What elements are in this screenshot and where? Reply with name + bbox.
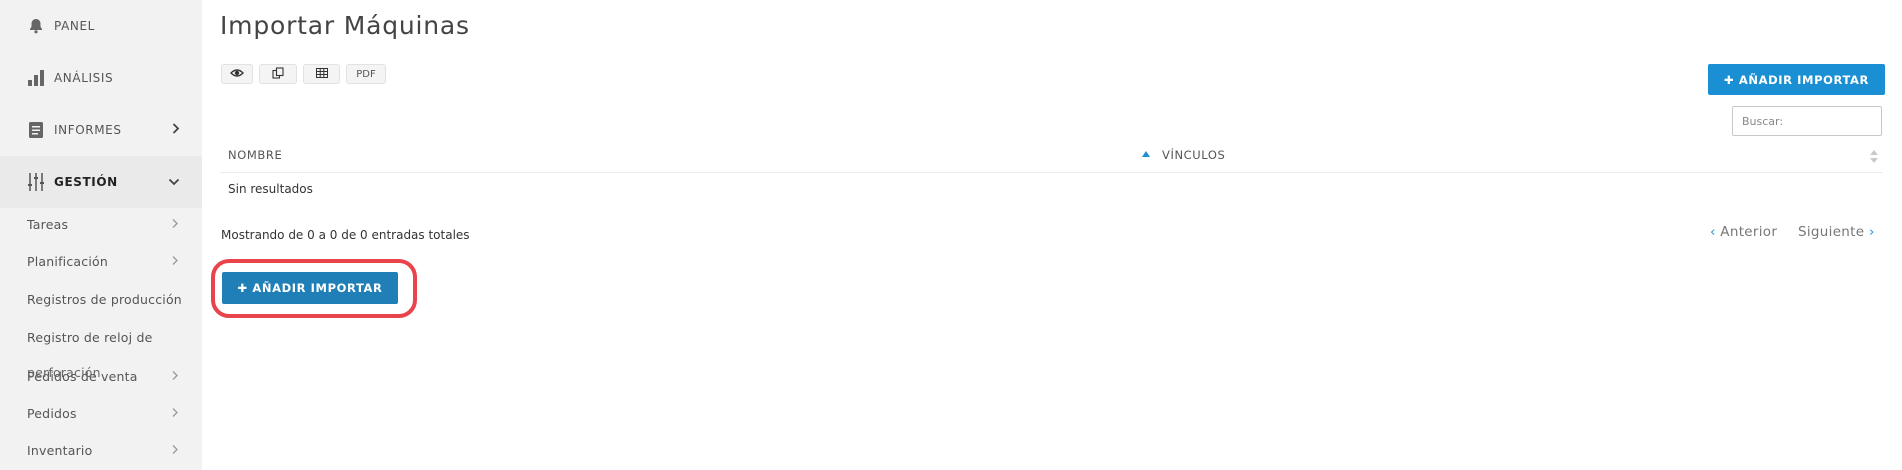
sidebar-subitem-registros-produccion[interactable]: Registros de producción bbox=[0, 280, 202, 318]
search-input[interactable] bbox=[1732, 106, 1882, 136]
view-button[interactable] bbox=[221, 64, 253, 84]
sidebar-subitem-label: Planificación bbox=[27, 253, 108, 269]
table-divider bbox=[220, 172, 1883, 173]
chevron-left-icon: ‹ bbox=[1710, 224, 1716, 240]
chevron-right-icon bbox=[172, 254, 178, 269]
bar-chart-icon bbox=[26, 68, 46, 88]
pagination-next-label: Siguiente bbox=[1798, 224, 1865, 240]
chevron-right-icon bbox=[172, 369, 178, 384]
column-header-nombre[interactable]: NOMBRE bbox=[228, 148, 282, 162]
copy-button[interactable] bbox=[259, 64, 297, 84]
sidebar-subitem-label: Inventario bbox=[27, 442, 93, 458]
add-import-button[interactable]: ✚ AÑADIR IMPORTAR bbox=[1708, 64, 1885, 95]
chevron-right-icon: › bbox=[1868, 224, 1875, 240]
sidebar-subitem-label: Registro de reloj de bbox=[27, 329, 153, 345]
eye-icon bbox=[230, 68, 244, 81]
sidebar-item-label: GESTIÓN bbox=[54, 175, 118, 189]
pagination-next[interactable]: Siguiente › bbox=[1798, 224, 1875, 240]
sort-both-icon bbox=[1870, 150, 1878, 164]
chevron-right-icon bbox=[172, 406, 178, 421]
bell-icon bbox=[26, 16, 46, 36]
column-header-vinculos[interactable]: VÍNCULOS bbox=[1162, 148, 1225, 162]
table-icon bbox=[315, 67, 328, 81]
sidebar-item-panel[interactable]: PANEL bbox=[0, 0, 202, 52]
table-empty-message: Sin resultados bbox=[228, 182, 313, 196]
sidebar-item-label: INFORMES bbox=[54, 123, 122, 137]
chevron-right-icon bbox=[172, 217, 178, 232]
sidebar-subitem-inventario[interactable]: Inventario bbox=[0, 431, 202, 469]
sidebar-subitem-planificacion[interactable]: Planificación bbox=[0, 242, 202, 280]
sidebar-subitem-pedidos-venta[interactable]: Pedidos de venta perforación bbox=[0, 357, 202, 395]
sidebar-item-analisis[interactable]: ANÁLISIS bbox=[0, 52, 202, 104]
sidebar-subitem-label: Pedidos bbox=[27, 405, 77, 421]
pdf-button[interactable]: PDF bbox=[346, 64, 386, 84]
sidebar-subitem-label: Tareas bbox=[27, 216, 69, 232]
sidebar-item-gestion[interactable]: GESTIÓN bbox=[0, 156, 202, 208]
sliders-icon bbox=[26, 172, 46, 192]
chevron-down-icon bbox=[168, 175, 180, 189]
chevron-right-icon bbox=[172, 443, 178, 458]
spreadsheet-button[interactable] bbox=[303, 64, 340, 84]
copy-icon bbox=[272, 66, 284, 82]
sidebar-subitem-tareas[interactable]: Tareas bbox=[0, 205, 202, 243]
pagination-previous-label: Anterior bbox=[1720, 224, 1778, 240]
sidebar-overlapping-text: perforación bbox=[27, 365, 101, 380]
sidebar-subitem-registro-reloj[interactable]: Registro de reloj de bbox=[0, 318, 202, 356]
sidebar-item-label: ANÁLISIS bbox=[54, 71, 114, 85]
sidebar-subitem-label: Registros de producción bbox=[27, 291, 182, 307]
highlight-annotation bbox=[211, 259, 417, 318]
document-icon bbox=[26, 120, 46, 140]
sidebar-subitem-pedidos[interactable]: Pedidos bbox=[0, 394, 202, 432]
sidebar-item-label: PANEL bbox=[54, 19, 95, 33]
page-title: Importar Máquinas bbox=[220, 11, 470, 40]
sidebar-item-informes[interactable]: INFORMES bbox=[0, 104, 202, 156]
chevron-right-icon bbox=[172, 123, 180, 138]
table-info: Mostrando de 0 a 0 de 0 entradas totales bbox=[221, 228, 470, 242]
sort-asc-icon bbox=[1142, 151, 1150, 157]
sidebar: PANEL ANÁLISIS INFORMES GESTIÓN Tareas P… bbox=[0, 0, 202, 470]
pagination-previous[interactable]: ‹ Anterior bbox=[1710, 224, 1777, 240]
